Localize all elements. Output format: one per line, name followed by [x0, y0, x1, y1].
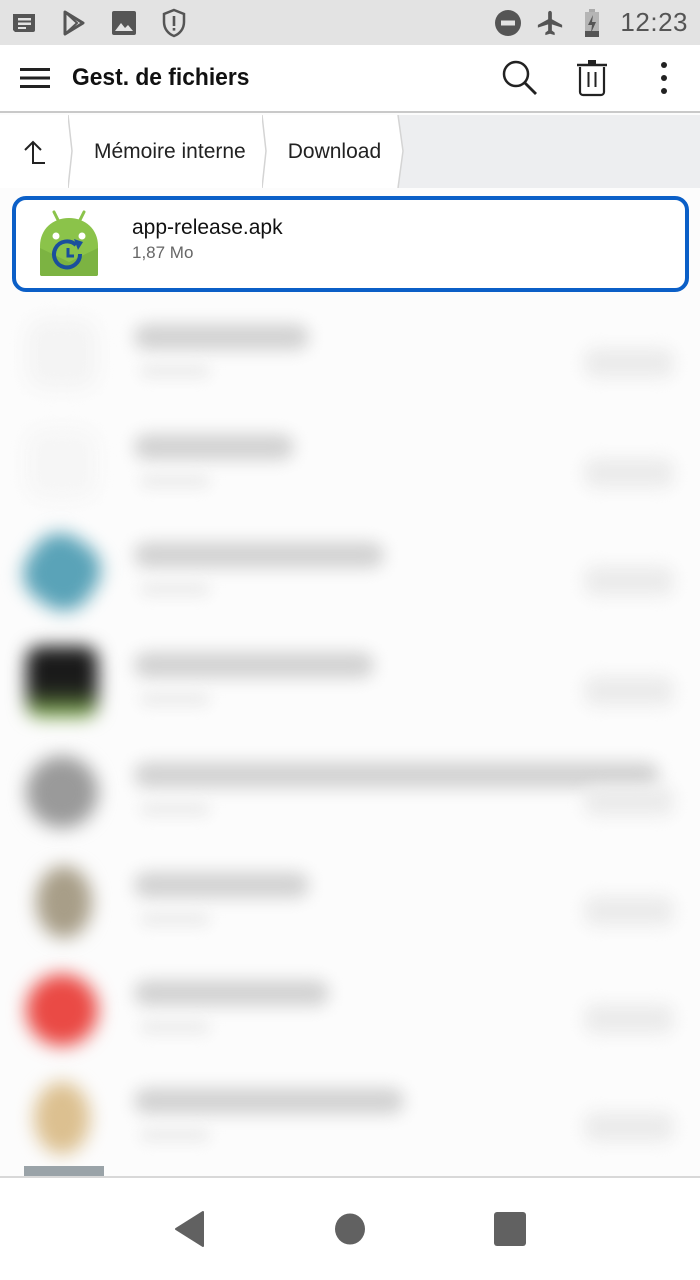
delete-button[interactable]: [556, 44, 628, 112]
battery-charging-icon: [578, 8, 606, 37]
android-apk-icon: [34, 208, 104, 280]
file-thumbnail: [26, 756, 98, 828]
back-icon: [175, 1211, 204, 1247]
blurred-file-date: [584, 458, 674, 488]
navigation-bar: [0, 1176, 700, 1280]
arrow-up-icon: [24, 140, 45, 164]
blurred-file-name: [134, 542, 384, 568]
screen: 12:23 Gest. de fichiers Mémoire interne …: [0, 0, 700, 1280]
file-item-selected[interactable]: app-release.apk 1,87 Mo: [12, 196, 689, 292]
blurred-file-size: [140, 1020, 210, 1034]
blurred-file-name: [134, 652, 374, 678]
search-icon: [502, 60, 537, 95]
breadcrumb-separator: [68, 115, 76, 188]
blurred-file-size: [140, 802, 210, 816]
list-item-blurred[interactable]: [0, 738, 700, 848]
blurred-file-size: [140, 582, 210, 596]
blurred-file-date: [584, 566, 674, 596]
file-list[interactable]: app-release.apk 1,87 Mo: [0, 188, 700, 1176]
home-button[interactable]: [270, 1184, 430, 1274]
more-vert-icon: [661, 62, 667, 94]
file-thumbnail-partial: [24, 1166, 104, 1176]
file-thumbnail: [36, 866, 92, 938]
recents-button[interactable]: [430, 1184, 590, 1274]
blurred-file-name: [134, 980, 329, 1006]
file-thumbnail: [11, 521, 113, 623]
blurred-file-size: [140, 364, 210, 378]
breadcrumb-item-download[interactable]: Download: [269, 115, 398, 188]
file-thumbnail: [26, 974, 98, 1046]
gallery-image-icon: [110, 9, 138, 37]
breadcrumb-end-arrow: [397, 114, 407, 189]
app-title: Gest. de fichiers: [72, 64, 250, 91]
breadcrumb: Mémoire interne Download: [0, 114, 700, 189]
blurred-file-size: [140, 692, 210, 706]
clock-time: 12:23: [620, 7, 688, 37]
search-button[interactable]: [484, 44, 556, 112]
do-not-disturb-icon: [494, 9, 522, 37]
blurred-file-size: [140, 1128, 210, 1142]
blurred-file-name: [134, 434, 294, 460]
more-options-button[interactable]: [628, 44, 700, 112]
app-bar: Gest. de fichiers: [0, 45, 700, 113]
file-thumbnail: [34, 1082, 90, 1154]
file-name: app-release.apk: [132, 216, 283, 239]
list-item-blurred[interactable]: [0, 956, 700, 1066]
hamburger-menu-icon: [20, 68, 50, 88]
blurred-file-name: [134, 762, 659, 788]
hamburger-menu-button[interactable]: [0, 44, 70, 112]
navigate-up-button[interactable]: [0, 115, 68, 188]
blurred-file-date: [584, 1112, 674, 1142]
home-icon: [335, 1213, 365, 1245]
blurred-file-name: [134, 1088, 404, 1114]
play-store-icon: [60, 9, 88, 37]
blurred-file-name: [134, 872, 309, 898]
list-item-blurred[interactable]: [0, 410, 700, 520]
file-thumbnail: [26, 428, 98, 500]
blurred-file-name: [134, 324, 309, 350]
blurred-file-date: [584, 348, 674, 378]
shield-alert-icon: [160, 8, 188, 37]
blurred-file-size: [140, 912, 210, 926]
trash-icon: [577, 60, 607, 97]
back-button[interactable]: [110, 1184, 270, 1274]
file-thumbnail: [26, 318, 98, 390]
list-item-blurred[interactable]: [0, 848, 700, 958]
blurred-file-date: [584, 676, 674, 706]
blurred-file-size: [140, 474, 210, 488]
list-item-blurred[interactable]: [0, 518, 700, 628]
notification-message-icon: [10, 9, 38, 37]
list-item-blurred[interactable]: [0, 1064, 700, 1174]
airplane-mode-icon: [536, 9, 564, 37]
list-item-blurred[interactable]: [0, 628, 700, 738]
breadcrumb-item-internal-memory[interactable]: Mémoire interne: [76, 115, 262, 188]
status-bar: 12:23: [0, 0, 700, 45]
blurred-file-date: [584, 786, 674, 816]
list-item-blurred[interactable]: [0, 300, 700, 410]
file-thumbnail: [26, 646, 98, 718]
breadcrumb-separator: [261, 115, 270, 188]
file-size: 1,87 Mo: [132, 243, 194, 262]
blurred-file-date: [584, 896, 674, 926]
recents-icon: [494, 1212, 526, 1246]
blurred-file-date: [584, 1004, 674, 1034]
